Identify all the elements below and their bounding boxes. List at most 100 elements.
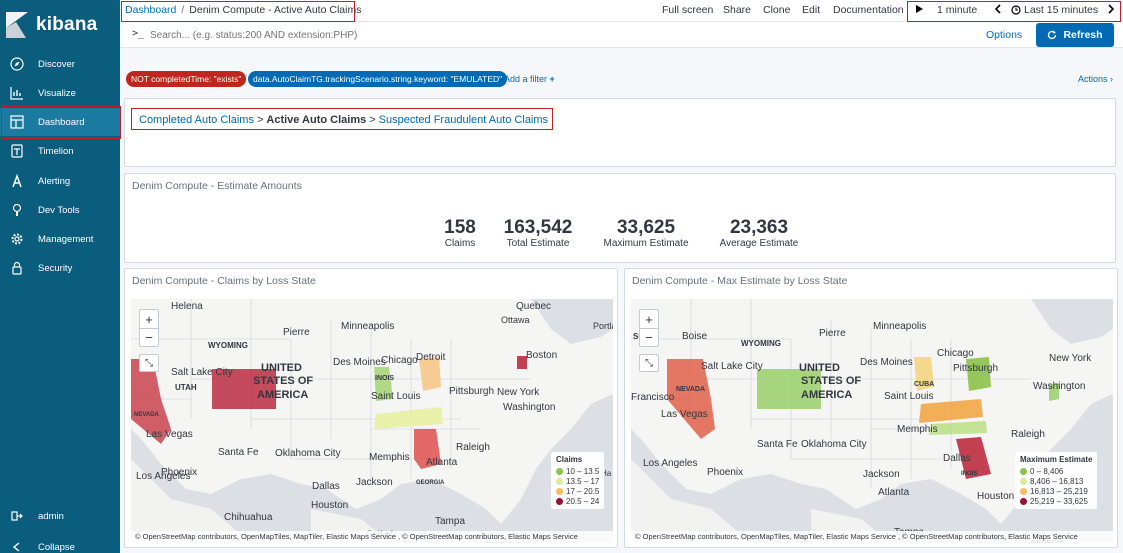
zoom-in-button[interactable]: + [140, 310, 158, 328]
map-place-label: NEVADA [676, 386, 705, 393]
full-screen-button[interactable]: Full screen [662, 4, 713, 16]
clone-button[interactable]: Clone [763, 4, 790, 16]
app-name: kibana [36, 14, 98, 35]
refresh-icon [1047, 30, 1057, 40]
map-place-label: UTAH [175, 383, 197, 392]
map-place-label: Detroit [416, 352, 446, 363]
map-place-label: Des Moines [333, 357, 386, 368]
map-place-label: INOIS [961, 471, 977, 477]
map-place-label: Portland [593, 321, 613, 331]
claims-region-map[interactable]: Helena Quebec WYOMING Pierre Minneapolis Otta… [131, 299, 613, 543]
max-estimate-region-map[interactable]: SONBoiseWYOMINGPierreMinneapolisChicagoS… [631, 299, 1113, 543]
actions-label: Actions [1078, 74, 1108, 84]
filter-actions-button[interactable]: Actions › [1078, 74, 1113, 84]
metric-label: Average Estimate [719, 238, 799, 249]
map-place-label: STATES OF [801, 375, 861, 387]
filter-bar: NOT completedTime: "exists" data.AutoCla… [120, 68, 1123, 92]
map-place-label: Boise [682, 331, 707, 342]
sidebar: kibana Discover Visualize Dashboard Time… [0, 0, 120, 553]
sidebar-item-label: Alerting [38, 175, 71, 187]
map-place-label: UNITED [261, 362, 302, 374]
sidebar-item-label: Management [38, 233, 94, 245]
wrench-icon [9, 202, 25, 218]
metric-total-estimate: 163,542 Total Estimate [493, 218, 583, 250]
map-place-label: Saint Louis [884, 391, 933, 402]
filter-pill-tracking-scenario[interactable]: data.AutoClaimTG.trackingScenario.string… [248, 71, 508, 87]
map-place-label: Pittsburgh [953, 363, 998, 374]
zoom-out-button[interactable]: − [640, 328, 658, 346]
map-place-label: Oklahoma City [275, 448, 341, 459]
documentation-button[interactable]: Documentation [833, 4, 904, 16]
filter-pill-not-completed[interactable]: NOT completedTime: "exists" [126, 71, 247, 87]
claims-by-loss-state-panel: Denim Compute - Claims by Loss State Hel… [124, 268, 618, 548]
sidebar-item-management[interactable]: Management [0, 225, 120, 253]
map-place-label: Raleigh [1011, 429, 1045, 440]
map-place-label: Phoenix [707, 467, 743, 478]
time-range-picker[interactable]: Last 15 minutes [1024, 4, 1098, 16]
sidebar-item-alerting[interactable]: Alerting [0, 167, 120, 195]
sidebar-item-dev-tools[interactable]: Dev Tools [0, 196, 120, 224]
completed-auto-claims-link[interactable]: Completed Auto Claims [139, 114, 254, 126]
legend-title: Claims [556, 455, 583, 464]
breadcrumb-dashboard-link[interactable]: Dashboard [125, 4, 176, 16]
legend-swatch [1020, 467, 1027, 475]
visualize-icon [9, 85, 25, 101]
metric-label: Total Estimate [506, 238, 570, 249]
metric-label: Claims [444, 238, 476, 249]
sidebar-item-visualize[interactable]: Visualize [0, 79, 120, 107]
map-place-label: Jackson [863, 469, 900, 480]
map-place-label: INOIS [375, 375, 394, 382]
zoom-out-button[interactable]: − [140, 328, 158, 346]
time-controls: 1 minute Last 15 minutes [910, 3, 1120, 19]
sidebar-item-dashboard[interactable]: Dashboard [0, 108, 120, 136]
map-place-label: Minneapolis [341, 321, 394, 332]
legend-item: 20.5 – 24 [556, 496, 599, 506]
edit-button[interactable]: Edit [802, 4, 820, 16]
map-place-label: Salt Lake City [701, 361, 763, 372]
fit-data-bounds-button[interactable]: ⤡ [139, 354, 159, 372]
map-attribution[interactable]: © OpenStreetMap contributors, OpenMapTil… [631, 531, 1113, 543]
panel-title: Denim Compute - Estimate Amounts [132, 180, 302, 192]
sidebar-item-timelion[interactable]: Timelion [0, 137, 120, 165]
refresh-button[interactable]: Refresh [1036, 23, 1114, 47]
zoom-in-button[interactable]: + [640, 310, 658, 328]
map-place-label: Pittsburgh [449, 386, 494, 397]
zoom-controls: + − [139, 309, 159, 347]
metric-value: 158 [444, 217, 476, 238]
lock-icon [9, 260, 25, 276]
map-place-label: NEVADA [134, 412, 160, 418]
refresh-interval[interactable]: 1 minute [937, 4, 977, 16]
chevron-right-icon[interactable] [1107, 4, 1115, 17]
options-button[interactable]: Options [986, 29, 1022, 41]
gear-icon [9, 231, 25, 247]
panel-title: Denim Compute - Claims by Loss State [132, 275, 316, 287]
map-place-label: Pierre [819, 328, 846, 339]
map-place-label: Jackson [356, 477, 393, 488]
search-input[interactable] [150, 26, 980, 44]
map-place-label: CUBA [914, 381, 934, 388]
fraudulent-auto-claims-link[interactable]: Suspected Fraudulent Auto Claims [379, 114, 548, 126]
sidebar-item-security[interactable]: Security [0, 254, 120, 282]
fit-data-bounds-button[interactable]: ⤡ [639, 354, 659, 372]
chevron-left-icon[interactable] [994, 4, 1002, 17]
sidebar-user-admin[interactable]: admin [0, 502, 120, 530]
map-place-label: Oklahoma City [801, 439, 867, 450]
map-attribution[interactable]: © OpenStreetMap contributors, OpenMapTil… [131, 531, 613, 543]
map-place-label: New York [497, 387, 540, 398]
map-place-label: GEORGIA [416, 480, 445, 486]
map-place-label: Pierre [283, 327, 310, 338]
map-place-label: Raleigh [456, 442, 490, 453]
sidebar-item-discover[interactable]: Discover [0, 50, 120, 78]
share-button[interactable]: Share [723, 4, 751, 16]
sidebar-collapse[interactable]: Collapse [0, 533, 120, 553]
collapse-icon [9, 539, 25, 553]
collapse-label: Collapse [38, 541, 75, 553]
map-place-label: Des Moines [860, 357, 913, 368]
map-place-label: Los Angeles [643, 458, 698, 469]
query-language-prompt[interactable]: >_ [132, 28, 144, 39]
kibana-logo[interactable]: kibana [4, 8, 116, 42]
sidebar-item-label: Security [38, 262, 73, 274]
add-filter-button[interactable]: Add a filter + [504, 74, 555, 84]
map-place-label: Washington [1033, 381, 1085, 392]
play-icon[interactable] [915, 4, 924, 17]
